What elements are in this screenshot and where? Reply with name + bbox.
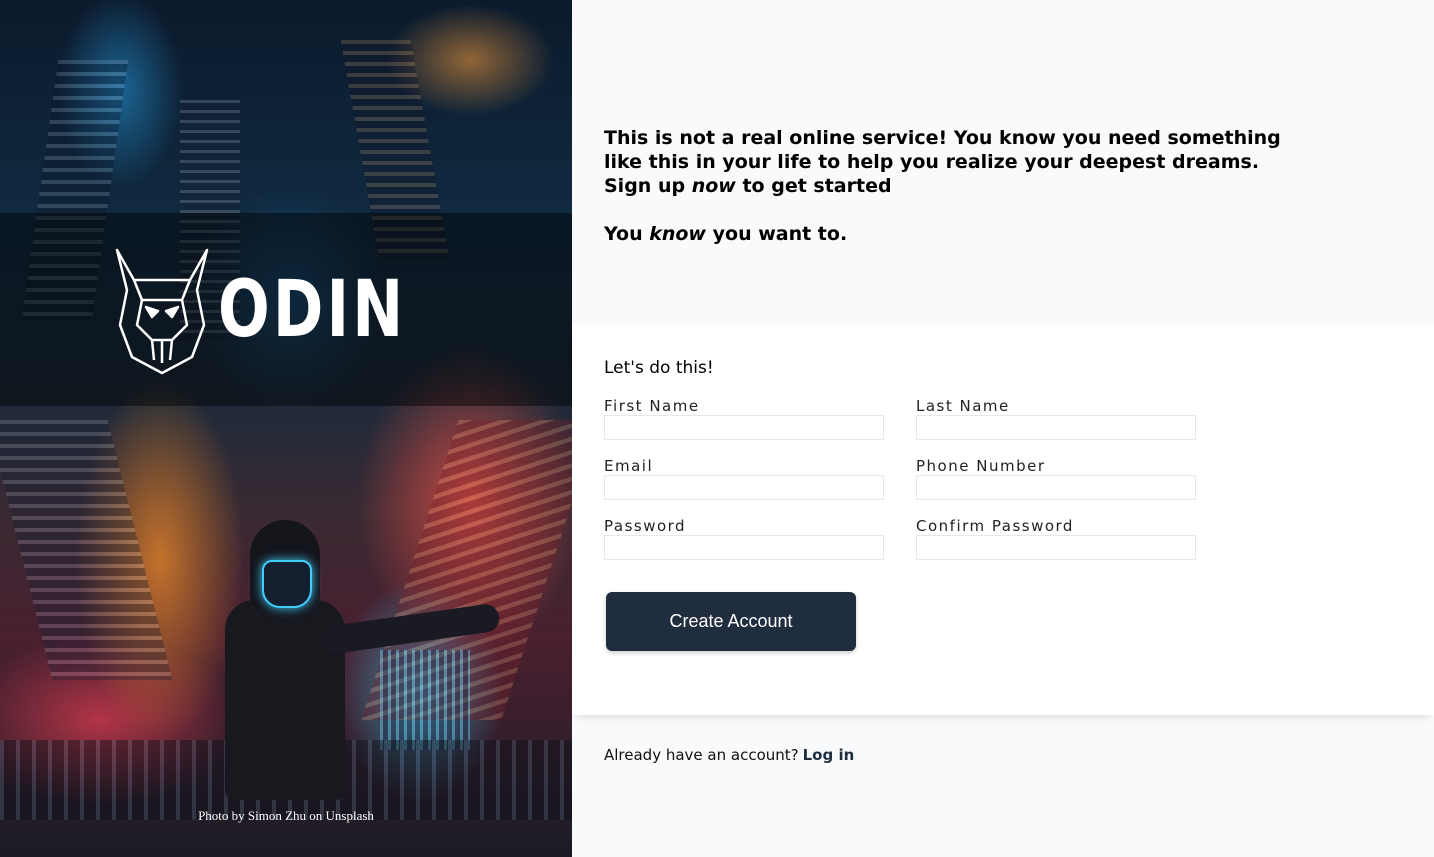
masked-person: [220, 520, 502, 820]
intro-line-3: You know you want to.: [604, 223, 848, 245]
logo-wordmark: ODIN: [218, 264, 407, 355]
confirm-password-input[interactable]: [916, 535, 1196, 560]
create-account-button[interactable]: Create Account: [606, 592, 856, 651]
building: [0, 420, 173, 680]
last-name-field: Last Name: [916, 397, 1196, 440]
last-name-input[interactable]: [916, 415, 1196, 440]
hero-photo: ODIN Photo by Simon Zhu on Unsplash: [0, 0, 572, 857]
last-name-label: Last Name: [916, 397, 1010, 415]
logo-band: ODIN: [0, 213, 572, 406]
intro-line-2: Sign up now to get started: [604, 175, 892, 197]
intro-text: This is not a real online service! You k…: [604, 126, 1304, 246]
email-field: Email: [604, 457, 884, 500]
login-prompt-text: Already have an account?: [604, 746, 799, 764]
first-name-label: First Name: [604, 397, 700, 415]
password-input[interactable]: [604, 535, 884, 560]
login-prompt: Already have an account? Log in: [604, 746, 854, 764]
email-label: Email: [604, 457, 654, 475]
password-label: Password: [604, 517, 687, 535]
phone-field: Phone Number: [916, 457, 1196, 500]
password-field: Password: [604, 517, 884, 560]
first-name-field: First Name: [604, 397, 884, 440]
building: [380, 650, 470, 750]
phone-label: Phone Number: [916, 457, 1046, 475]
viking-helmet-icon: [116, 248, 209, 374]
emphasis-now: now: [691, 175, 736, 197]
photo-credit: Photo by Simon Zhu on Unsplash: [198, 808, 374, 823]
form-title: Let's do this!: [604, 358, 714, 378]
confirm-password-label: Confirm Password: [916, 517, 1074, 535]
intro-line-1: This is not a real online service! You k…: [604, 127, 1281, 173]
login-link[interactable]: Log in: [803, 746, 855, 764]
signup-form: Let's do this! First Name Last Name Emai…: [572, 325, 1434, 715]
confirm-password-field: Confirm Password: [916, 517, 1196, 560]
led-mask: [262, 560, 312, 608]
phone-input[interactable]: [916, 475, 1196, 500]
first-name-input[interactable]: [604, 415, 884, 440]
emphasis-know: know: [649, 223, 706, 245]
email-input[interactable]: [604, 475, 884, 500]
